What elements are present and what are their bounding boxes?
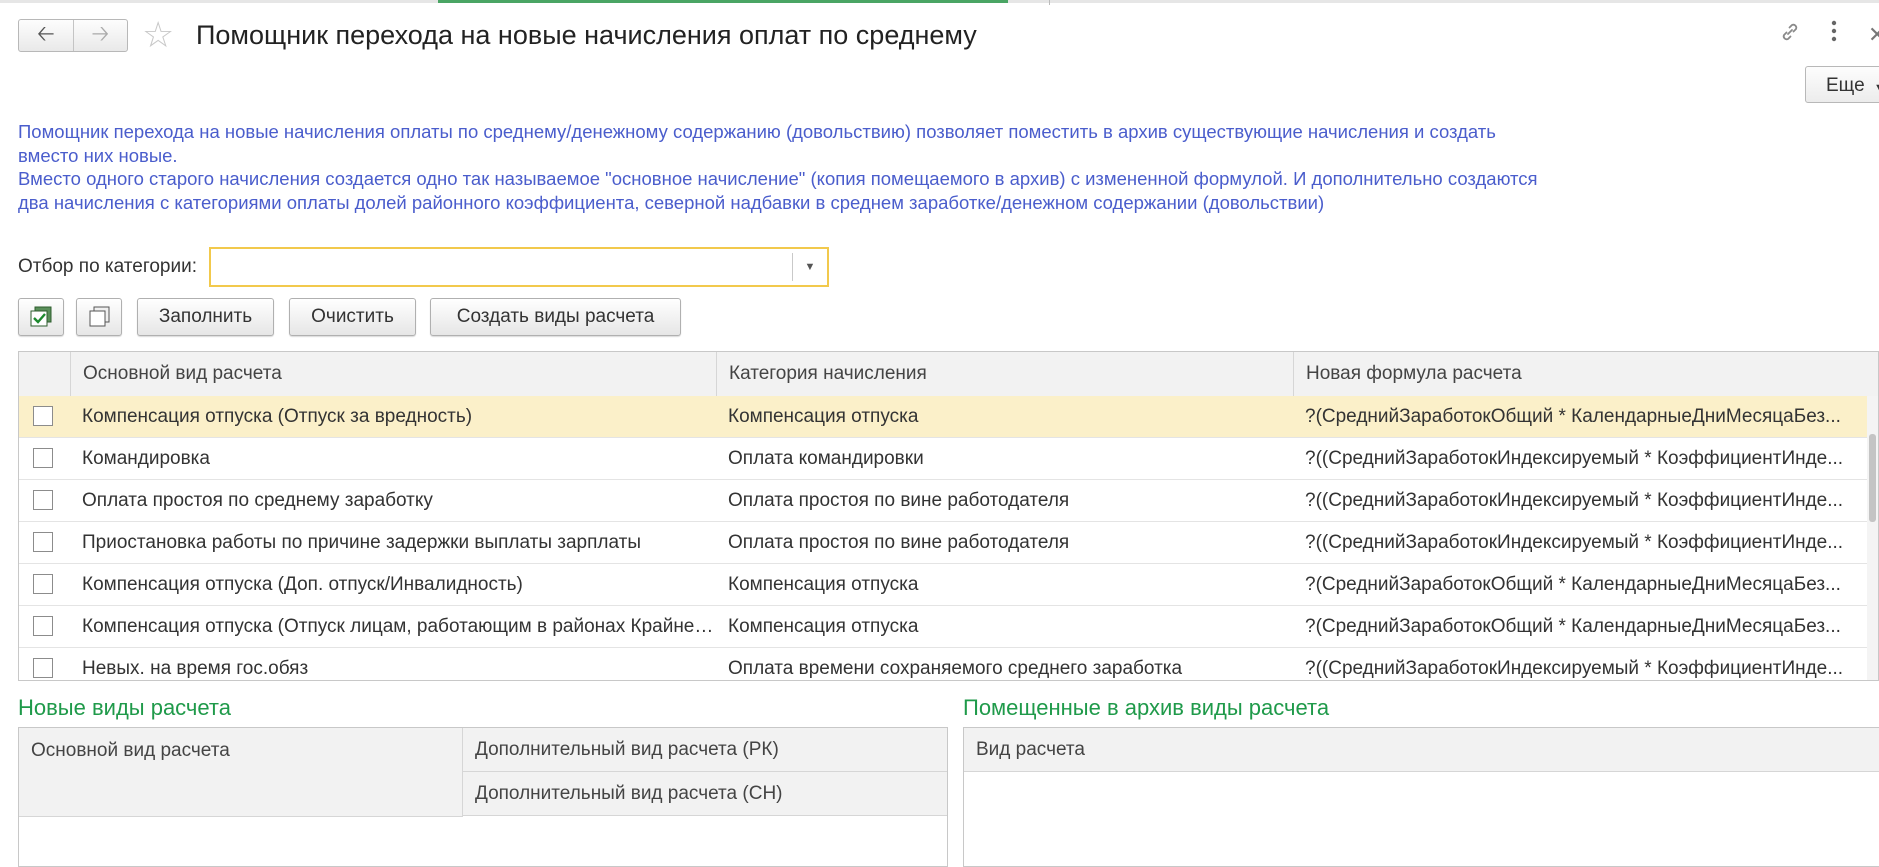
info-paragraph-2: Вместо одного старого начисления создает… [18, 168, 1538, 213]
tab-separator [1049, 0, 1050, 5]
row-checkbox[interactable] [33, 532, 53, 552]
more-button-label: Еще [1826, 75, 1865, 96]
cell-formula: ?((СреднийЗаработокИндексируемый * Коэфф… [1305, 658, 1844, 679]
row-checkbox[interactable] [33, 406, 53, 426]
cell-category: Оплата простоя по вине работодателя [728, 490, 1070, 511]
link-icon[interactable] [1778, 20, 1802, 50]
star-icon[interactable]: ☆ [142, 17, 174, 53]
table-row[interactable]: Командировка Оплата командировки ?((Сред… [19, 438, 1869, 480]
cell-formula: ?(СреднийЗаработокОбщий * КалендарныеДни… [1305, 406, 1841, 427]
cell-main-type: Невых. на время гос.обяз [82, 658, 309, 679]
row-checkbox[interactable] [33, 574, 53, 594]
row-checkbox[interactable] [33, 616, 53, 636]
row-checkbox[interactable] [33, 658, 53, 678]
table-row[interactable]: Приостановка работы по причине задержки … [19, 522, 1869, 564]
cell-category: Оплата командировки [728, 448, 924, 469]
forward-button[interactable]: 🡢 [74, 20, 128, 51]
header-divider [19, 816, 463, 817]
table-row[interactable]: Компенсация отпуска (Отпуск лицам, работ… [19, 606, 1869, 648]
cell-category: Компенсация отпуска [728, 406, 919, 427]
dropdown-button[interactable]: ▼ [792, 253, 827, 281]
scrollbar-thumb[interactable] [1869, 434, 1876, 522]
new-types-title: Новые виды расчета [18, 695, 231, 720]
cell-formula: ?(СреднийЗаработокОбщий * КалендарныеДни… [1305, 616, 1841, 637]
arrow-right-icon: 🡢 [91, 20, 110, 46]
fill-button[interactable]: Заполнить [137, 298, 274, 336]
cell-formula: ?(СреднийЗаработокОбщий * КалендарныеДни… [1305, 574, 1841, 595]
info-paragraph-1: Помощник перехода на новые начисления оп… [18, 121, 1496, 166]
column-header-main-type[interactable]: Основной вид расчета [70, 352, 716, 396]
info-text: Помощник перехода на новые начисления оп… [18, 120, 1558, 214]
column-header-sn[interactable]: Дополнительный вид расчета (СН) [463, 772, 947, 816]
cell-main-type: Приостановка работы по причине задержки … [82, 532, 641, 553]
row-checkbox[interactable] [33, 490, 53, 510]
check-all-icon [30, 306, 52, 327]
new-types-table: Основной вид расчета Дополнительный вид … [18, 727, 948, 867]
table-header: Основной вид расчета Категория начислени… [19, 352, 1878, 397]
column-header-formula[interactable]: Новая формула расчета [1293, 352, 1878, 396]
uncheck-all-icon [89, 306, 110, 327]
chevron-down-icon: ▼ [804, 261, 816, 273]
active-tab-indicator [438, 0, 1008, 3]
column-header-rk[interactable]: Дополнительный вид расчета (РК) [463, 728, 947, 772]
cell-main-type: Оплата простоя по среднему заработку [82, 490, 433, 511]
cell-main-type: Компенсация отпуска (Отпуск за вредность… [82, 406, 473, 427]
calculation-types-table: Основной вид расчета Категория начислени… [18, 351, 1879, 681]
table-row[interactable]: Оплата простоя по среднему заработку Опл… [19, 480, 1869, 522]
cell-formula: ?((СреднийЗаработокИндексируемый * Коэфф… [1305, 490, 1844, 511]
table-row[interactable]: Невых. на время гос.обяз Оплата времени … [19, 648, 1869, 680]
row-checkbox[interactable] [33, 448, 53, 468]
top-tab-strip [0, 0, 1879, 5]
cell-main-type: Компенсация отпуска (Отпуск лицам, работ… [82, 616, 716, 637]
column-header-calc-type[interactable]: Вид расчета [964, 728, 1879, 772]
arrow-left-icon: 🡠 [36, 20, 55, 46]
page-title: Помощник перехода на новые начисления оп… [196, 20, 977, 50]
navigation-buttons: 🡠 🡢 [18, 19, 128, 52]
column-header-main-type[interactable]: Основной вид расчета [19, 728, 463, 816]
more-button[interactable]: Еще ▼ [1805, 66, 1879, 103]
category-filter-input[interactable]: ▼ [209, 247, 829, 287]
uncheck-all-button[interactable] [76, 298, 122, 336]
create-calculation-types-button[interactable]: Создать виды расчета [430, 298, 681, 336]
close-icon[interactable]: ✕ [1868, 22, 1879, 48]
table-scrollbar[interactable] [1867, 396, 1878, 680]
back-button[interactable]: 🡠 [19, 20, 73, 51]
kebab-menu-icon[interactable] [1829, 18, 1839, 50]
clear-button[interactable]: Очистить [289, 298, 416, 336]
cell-category: Компенсация отпуска [728, 616, 919, 637]
cell-main-type: Компенсация отпуска (Доп. отпуск/Инвалид… [82, 574, 523, 595]
table-row[interactable]: Компенсация отпуска (Доп. отпуск/Инвалид… [19, 564, 1869, 606]
cell-main-type: Командировка [82, 448, 210, 469]
chevron-down-icon: ▼ [1874, 82, 1879, 94]
column-header-category[interactable]: Категория начисления [716, 352, 1293, 396]
check-all-button[interactable] [18, 298, 64, 336]
cell-category: Оплата простоя по вине работодателя [728, 532, 1070, 553]
table-row[interactable]: Компенсация отпуска (Отпуск за вредность… [19, 396, 1869, 438]
archived-types-title: Помещенные в архив виды расчета [963, 695, 1330, 720]
cell-formula: ?((СреднийЗаработокИндексируемый * Коэфф… [1305, 448, 1844, 469]
filter-label: Отбор по категории: [18, 256, 197, 277]
cell-category: Оплата времени сохраняемого среднего зар… [728, 658, 1183, 679]
cell-formula: ?((СреднийЗаработокИндексируемый * Коэфф… [1305, 532, 1844, 553]
cell-category: Компенсация отпуска [728, 574, 919, 595]
archived-types-table: Вид расчета [963, 727, 1879, 867]
